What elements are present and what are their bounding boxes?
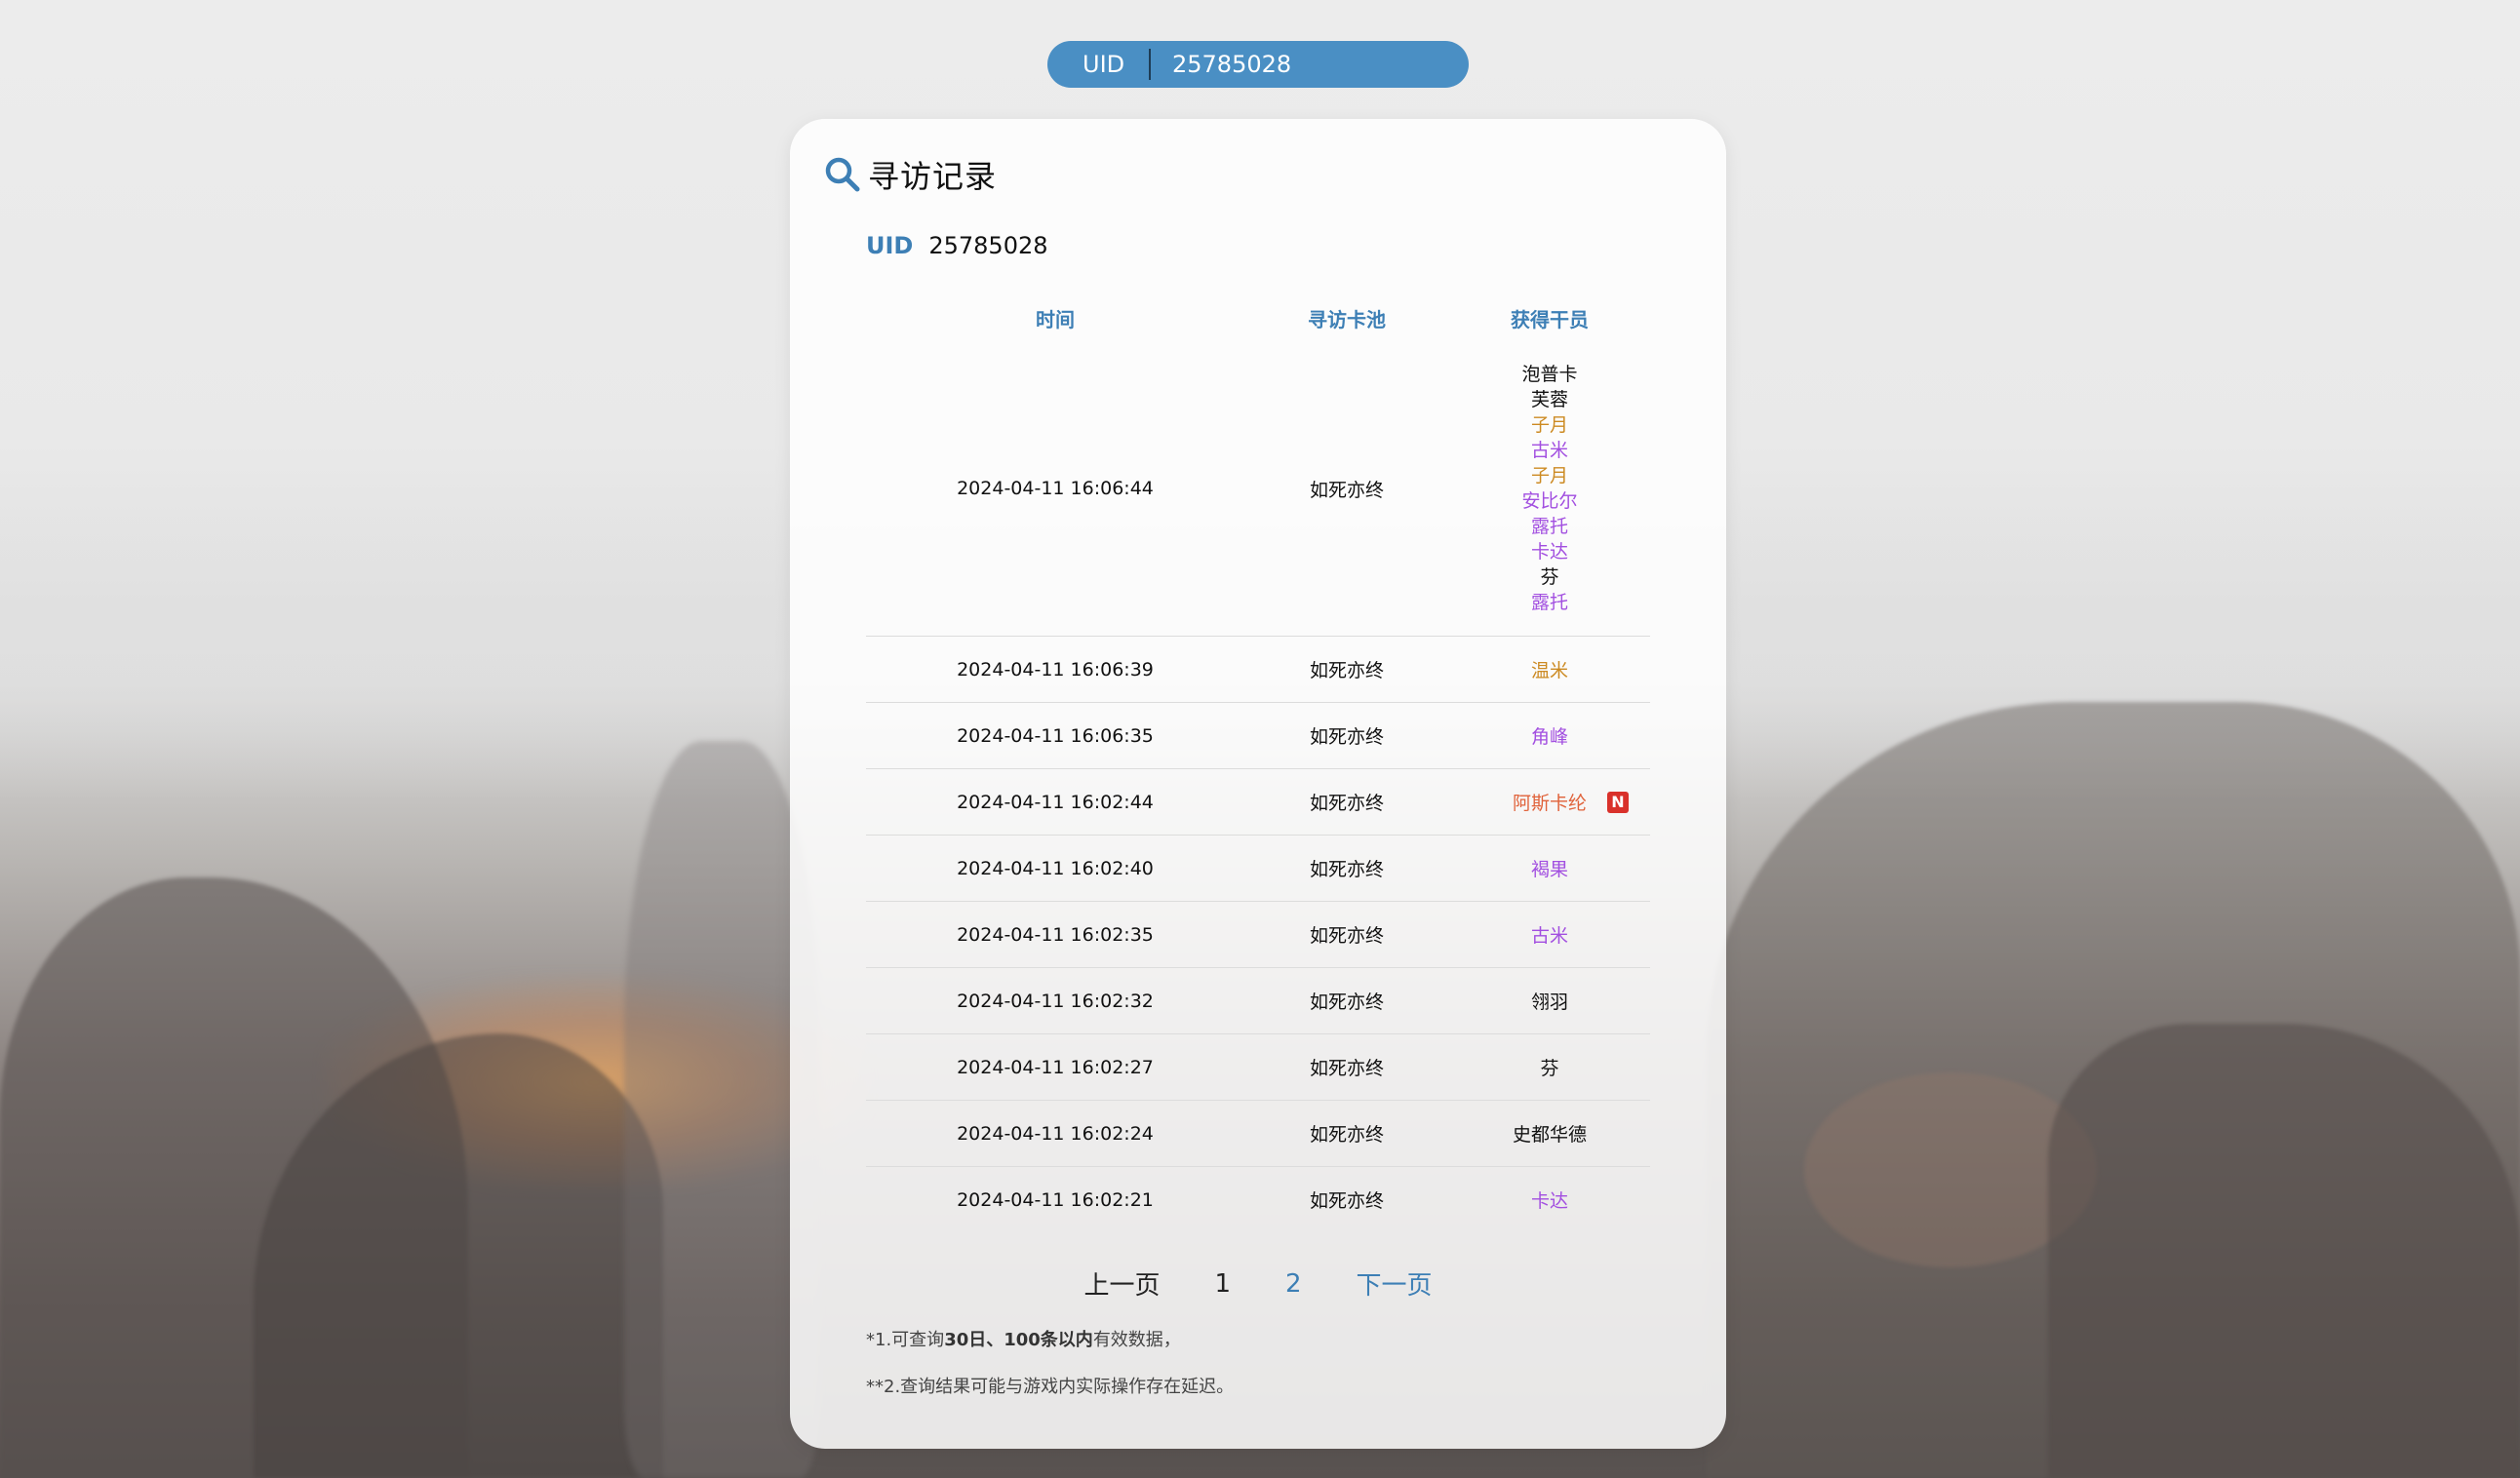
row-time: 2024-04-11 16:02:24 <box>957 1122 1154 1145</box>
operator-name: 古米 <box>1530 925 1568 947</box>
page-1-button[interactable]: 1 <box>1214 1269 1231 1299</box>
new-badge: N <box>1607 791 1629 813</box>
table-row: 2024-04-11 16:06:39 如死亦终 温米 <box>866 637 1650 703</box>
table-header: 时间 寻访卡池 获得干员 <box>866 294 1650 341</box>
footnote-1-suffix: 有效数据， <box>1092 1330 1181 1350</box>
footnote-1-prefix: *1.可查询 <box>866 1330 945 1350</box>
search-icon <box>825 157 860 192</box>
row-pool: 如死亦终 <box>1309 726 1384 748</box>
row-pool: 如死亦终 <box>1309 1058 1384 1079</box>
uid-pill-label: UID <box>1083 51 1125 78</box>
operator-name: 露托 <box>1530 516 1568 537</box>
table-row: 2024-04-11 16:02:35 如死亦终 古米 <box>866 902 1650 968</box>
page-title: 寻访记录 <box>868 158 998 195</box>
row-operators: 泡普卡 芙蓉 子月 古米 子月 安比尔 露托 卡达 芬 露托 <box>1449 362 1650 615</box>
header-operator: 获得干员 <box>1511 307 1589 331</box>
operator-name: 阿斯卡纶 <box>1512 793 1587 814</box>
row-time: 2024-04-11 16:02:35 <box>957 923 1154 946</box>
table-row: 2024-04-11 16:02:27 如死亦终 芬 <box>866 1034 1650 1101</box>
uid-pill-value: 25785028 <box>1172 51 1292 78</box>
page-background: UID 25785028 寻访记录 UID 25785028 时间 寻访卡池 获… <box>0 0 2520 1478</box>
operator-name: 子月 <box>1530 465 1568 486</box>
row-time: 2024-04-11 16:02:32 <box>957 990 1154 1012</box>
row-pool: 如死亦终 <box>1309 1190 1384 1212</box>
background-rock <box>2048 1024 2520 1478</box>
table-row: 2024-04-11 16:02:40 如死亦终 褐果 <box>866 836 1650 902</box>
prev-page-button[interactable]: 上一页 <box>1083 1265 1160 1302</box>
table-row: 2024-04-11 16:02:21 如死亦终 卡达 <box>866 1167 1650 1232</box>
row-pool: 如死亦终 <box>1309 1124 1384 1146</box>
table-row: 2024-04-11 16:06:35 如死亦终 角峰 <box>866 703 1650 769</box>
uid-pill: UID 25785028 <box>1047 41 1469 88</box>
pagination: 上一页 1 2 下一页 <box>790 1265 1726 1302</box>
operator-name: 芬 <box>1540 566 1559 588</box>
operator-name: 芬 <box>1540 1058 1559 1079</box>
table-row: 2024-04-11 16:06:44 如死亦终 泡普卡 芙蓉 子月 古米 子月… <box>866 341 1650 637</box>
row-time: 2024-04-11 16:02:21 <box>957 1188 1154 1211</box>
row-pool: 如死亦终 <box>1309 793 1384 814</box>
operator-name: 卡达 <box>1530 541 1568 563</box>
row-pool: 如死亦终 <box>1309 479 1384 501</box>
operator-name: 芙蓉 <box>1530 389 1568 410</box>
page-2-button[interactable]: 2 <box>1285 1269 1302 1299</box>
row-pool: 如死亦终 <box>1309 925 1384 947</box>
row-time: 2024-04-11 16:02:40 <box>957 857 1154 879</box>
next-page-button[interactable]: 下一页 <box>1357 1265 1433 1302</box>
footnote-2: **2.查询结果可能与游戏内实际操作存在延迟。 <box>866 1377 1235 1397</box>
table-row: 2024-04-11 16:02:44 如死亦终 阿斯卡纶 N <box>866 769 1650 836</box>
record-card: 寻访记录 UID 25785028 时间 寻访卡池 获得干员 2024-04-1… <box>790 119 1726 1449</box>
record-table: 时间 寻访卡池 获得干员 2024-04-11 16:06:44 如死亦终 泡普… <box>866 294 1650 1232</box>
operator-name: 温米 <box>1530 660 1568 681</box>
card-header: 寻访记录 <box>823 152 997 197</box>
operator-name: 翎羽 <box>1530 992 1568 1013</box>
row-time: 2024-04-11 16:06:39 <box>957 658 1154 681</box>
operator-name: 史都华德 <box>1512 1124 1587 1146</box>
operator-name: 泡普卡 <box>1521 364 1578 385</box>
operator-name: 卡达 <box>1530 1190 1568 1212</box>
row-time: 2024-04-11 16:06:35 <box>957 724 1154 747</box>
row-time: 2024-04-11 16:06:44 <box>957 478 1154 499</box>
operator-name: 褐果 <box>1530 859 1568 880</box>
operator-name: 古米 <box>1530 440 1568 461</box>
footnote-1: *1.可查询30日、100条以内有效数据， <box>866 1326 1181 1351</box>
table-row: 2024-04-11 16:02:32 如死亦终 翎羽 <box>866 968 1650 1034</box>
uid-line: UID 25785028 <box>866 232 1048 259</box>
uid-label: UID <box>866 232 914 259</box>
operator-name: 角峰 <box>1530 726 1568 748</box>
operator-name: 安比尔 <box>1521 490 1578 512</box>
row-pool: 如死亦终 <box>1309 859 1384 880</box>
footnote-1-highlight: 30日、100条以内 <box>944 1330 1093 1350</box>
header-pool: 寻访卡池 <box>1308 307 1386 331</box>
row-time: 2024-04-11 16:02:44 <box>957 791 1154 813</box>
row-pool: 如死亦终 <box>1309 660 1384 681</box>
uid-value: 25785028 <box>928 232 1048 259</box>
operator-name: 露托 <box>1530 592 1568 613</box>
operator-list: 泡普卡 芙蓉 子月 古米 子月 安比尔 露托 卡达 芬 露托 <box>1449 362 1650 615</box>
row-pool: 如死亦终 <box>1309 992 1384 1013</box>
uid-pill-divider <box>1149 49 1151 80</box>
operator-name: 子月 <box>1530 414 1568 436</box>
table-row: 2024-04-11 16:02:24 如死亦终 史都华德 <box>866 1101 1650 1167</box>
row-time: 2024-04-11 16:02:27 <box>957 1056 1154 1078</box>
header-time: 时间 <box>1036 307 1075 331</box>
